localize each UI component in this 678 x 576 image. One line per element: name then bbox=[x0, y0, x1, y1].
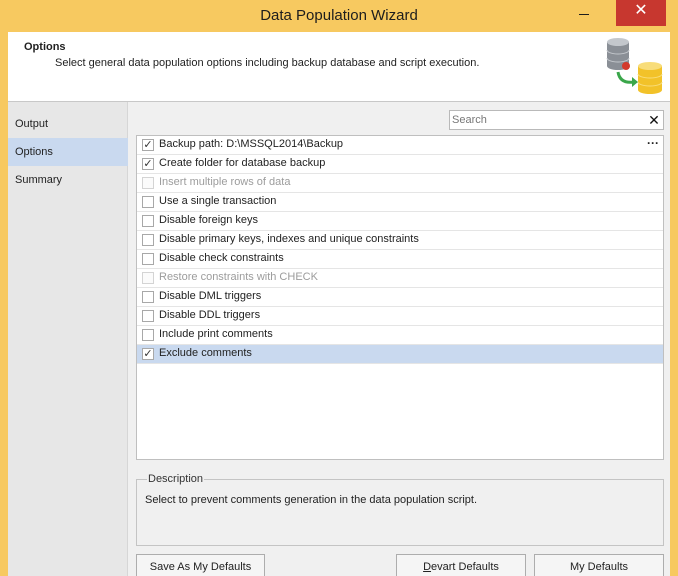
option-checkbox[interactable] bbox=[142, 329, 154, 341]
description-title: Description bbox=[147, 473, 205, 485]
option-checkbox[interactable] bbox=[142, 196, 154, 208]
cylinder-lid bbox=[607, 38, 629, 46]
option-label: Exclude comments bbox=[159, 347, 252, 359]
cylinder-lid bbox=[638, 62, 662, 70]
nav-item-output[interactable]: Output bbox=[8, 110, 128, 138]
option-label: Use a single transaction bbox=[159, 195, 277, 207]
option-label: Disable foreign keys bbox=[159, 214, 259, 226]
option-checkbox[interactable] bbox=[142, 310, 154, 322]
option-insert-multiple-rows[interactable]: Insert multiple rows of data bbox=[137, 174, 663, 193]
nav-item-label: Options bbox=[15, 146, 53, 158]
clear-search-icon[interactable]: ✕ bbox=[647, 111, 661, 129]
option-label: Disable DDL triggers bbox=[159, 309, 261, 321]
database-wizard-icon bbox=[606, 38, 663, 94]
gear-mark bbox=[622, 62, 630, 70]
option-checkbox[interactable]: ✓ bbox=[142, 158, 154, 170]
close-icon: ✕ bbox=[634, 2, 648, 19]
option-label: Include print comments bbox=[159, 328, 273, 340]
option-label: Disable primary keys, indexes and unique… bbox=[159, 233, 419, 245]
browse-path-button[interactable]: ··· bbox=[647, 136, 659, 151]
option-label: Create folder for database backup bbox=[159, 157, 326, 169]
option-disable-ddl-triggers[interactable]: Disable DDL triggers bbox=[137, 307, 663, 326]
option-restore-constraints[interactable]: Restore constraints with CHECK bbox=[137, 269, 663, 288]
close-button[interactable]: ✕ bbox=[616, 0, 666, 26]
option-label: Restore constraints with CHECK bbox=[159, 271, 318, 283]
option-checkbox[interactable] bbox=[142, 215, 154, 227]
minimize-button[interactable] bbox=[566, 0, 602, 26]
devart-defaults-label: evart Defaults bbox=[431, 561, 499, 573]
option-include-print-comments[interactable]: Include print comments bbox=[137, 326, 663, 345]
option-backup-path[interactable]: ✓ Backup path: D:\MSSQL2014\Backup ··· bbox=[137, 136, 663, 155]
option-checkbox[interactable] bbox=[142, 291, 154, 303]
page-title: Options bbox=[24, 41, 66, 53]
option-checkbox[interactable] bbox=[142, 253, 154, 265]
nav-item-summary[interactable]: Summary bbox=[8, 166, 128, 194]
wizard-nav-sidebar: Output Options Summary bbox=[8, 102, 128, 576]
option-create-backup-folder[interactable]: ✓ Create folder for database backup bbox=[137, 155, 663, 174]
wizard-client-area: Options Select general data population o… bbox=[8, 32, 670, 576]
option-single-transaction[interactable]: Use a single transaction bbox=[137, 193, 663, 212]
description-panel: Description Select to prevent comments g… bbox=[136, 473, 664, 546]
option-checkbox[interactable] bbox=[142, 177, 154, 189]
option-label: Insert multiple rows of data bbox=[159, 176, 291, 188]
search-box: ✕ bbox=[449, 110, 664, 130]
option-checkbox[interactable]: ✓ bbox=[142, 348, 154, 360]
option-checkbox[interactable]: ✓ bbox=[142, 139, 154, 151]
search-input[interactable] bbox=[451, 112, 639, 128]
option-label: Disable DML triggers bbox=[159, 290, 262, 302]
option-exclude-comments[interactable]: ✓ Exclude comments bbox=[137, 345, 663, 364]
option-checkbox[interactable] bbox=[142, 272, 154, 284]
page-header: Options Select general data population o… bbox=[8, 32, 670, 102]
option-disable-foreign-keys[interactable]: Disable foreign keys bbox=[137, 212, 663, 231]
arrow-path bbox=[616, 71, 635, 84]
nav-item-options[interactable]: Options bbox=[8, 138, 128, 166]
nav-item-label: Summary bbox=[15, 174, 63, 186]
wizard-window: Data Population Wizard ✕ Options Select … bbox=[0, 0, 678, 576]
description-text: Select to prevent comments generation in… bbox=[145, 494, 478, 506]
save-as-my-defaults-button[interactable]: Save As My Defaults bbox=[136, 554, 265, 576]
option-label: Disable check constraints bbox=[159, 252, 284, 264]
page-description: Select general data population options i… bbox=[55, 57, 480, 69]
arrow-head bbox=[632, 77, 638, 87]
title-bar[interactable]: Data Population Wizard ✕ bbox=[0, 0, 678, 32]
option-disable-dml-triggers[interactable]: Disable DML triggers bbox=[137, 288, 663, 307]
option-checkbox[interactable] bbox=[142, 234, 154, 246]
option-disable-check-constraints[interactable]: Disable check constraints bbox=[137, 250, 663, 269]
cylinder-body bbox=[638, 66, 662, 94]
devart-defaults-button[interactable]: Devart Defaults bbox=[396, 554, 526, 576]
option-disable-primary-keys[interactable]: Disable primary keys, indexes and unique… bbox=[137, 231, 663, 250]
devart-defaults-mnemonic: D bbox=[423, 561, 432, 573]
nav-item-label: Output bbox=[15, 118, 49, 130]
option-label: Backup path: D:\MSSQL2014\Backup bbox=[159, 138, 344, 150]
options-list: ✓ Backup path: D:\MSSQL2014\Backup ··· ✓… bbox=[136, 135, 664, 460]
my-defaults-button[interactable]: My Defaults bbox=[534, 554, 664, 576]
